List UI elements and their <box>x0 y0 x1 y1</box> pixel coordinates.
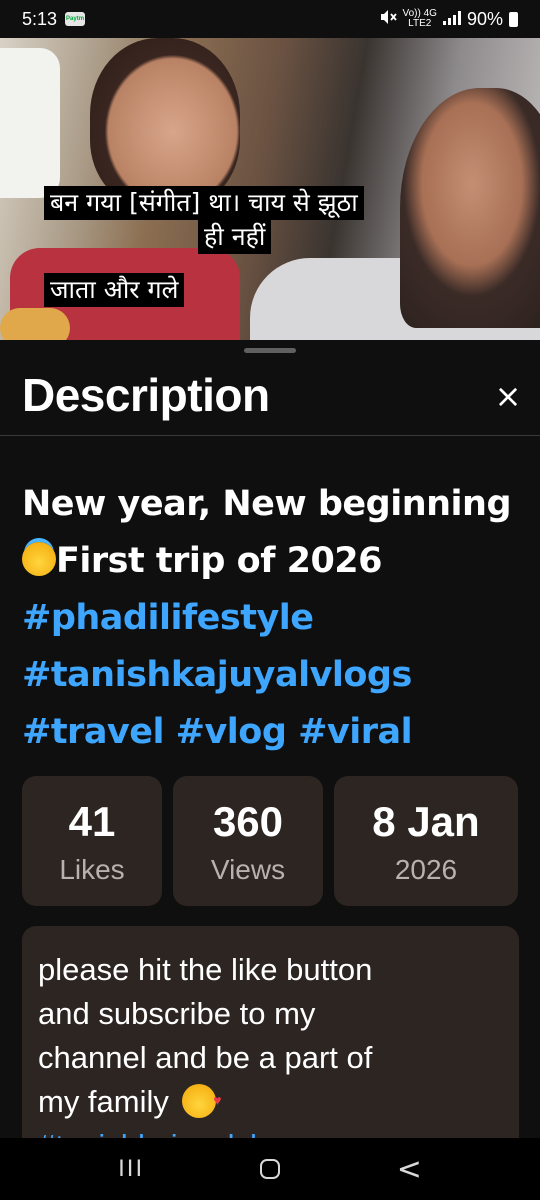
video-caption-line-2: ही नहीं <box>198 220 272 254</box>
signal-icon <box>442 9 461 30</box>
status-time: 5:13 <box>22 8 58 29</box>
divider <box>0 435 540 436</box>
back-icon[interactable]: < <box>397 1152 422 1187</box>
video-title-part-1: New year, New beginning <box>22 484 512 524</box>
description-box[interactable]: please hit the like button and subscribe… <box>22 926 519 1138</box>
description-sheet: Description × New year, New beginning Fir… <box>0 340 540 1138</box>
stat-views: 360 Views <box>173 776 323 906</box>
battery-percent: 90% <box>466 8 503 29</box>
halo-smile-emoji-icon <box>22 542 56 576</box>
description-hashtags[interactable]: #tanishkajuyalvlogs <box>38 1124 503 1138</box>
video-window <box>0 48 60 198</box>
sheet-title: Description <box>22 369 270 421</box>
status-bar: 5:13 Paytm Vo)) 4G LTE2 90% <box>0 0 540 38</box>
mute-icon <box>379 9 397 30</box>
home-icon[interactable] <box>260 1159 281 1179</box>
video-person-1 <box>90 38 240 208</box>
video-caption-line-3: जाता और गले <box>44 273 185 307</box>
video-person-2 <box>400 88 540 328</box>
video-title-part-2: First trip of 2026 <box>56 541 383 581</box>
stat-date-value: 8 Jan <box>372 798 480 845</box>
drag-handle[interactable] <box>244 348 296 353</box>
status-icons: Vo)) 4G LTE2 90% <box>379 8 518 30</box>
video-food <box>0 308 70 340</box>
stat-date: 8 Jan 2026 <box>334 776 518 906</box>
stat-date-year: 2026 <box>394 854 458 885</box>
close-icon[interactable]: × <box>488 376 528 416</box>
stats-row: 41 Likes 360 Views 8 Jan 2026 <box>22 776 519 906</box>
network-label: Vo)) 4G LTE2 <box>403 9 437 29</box>
stat-likes-value: 41 <box>68 798 116 845</box>
stat-likes: 41 Likes <box>22 776 162 906</box>
recents-icon[interactable]: III <box>118 1155 144 1183</box>
battery-icon <box>509 11 518 27</box>
network-label-bottom: LTE2 <box>408 18 432 29</box>
video-caption-line-1: बन गया [संगीत] था। चाय से झूठा <box>44 186 364 220</box>
smiling-hearts-emoji-icon <box>181 1078 222 1122</box>
stat-views-label: Views <box>210 854 286 885</box>
paytm-icon: Paytm <box>65 12 86 26</box>
stat-likes-label: Likes <box>59 854 125 885</box>
description-text: please hit the like button and subscribe… <box>38 948 398 1124</box>
navigation-bar: III < <box>0 1138 540 1200</box>
stat-views-value: 360 <box>212 798 284 845</box>
video-title-hashtags[interactable]: #phadilifestyle #tanishkajuyalvlogs #tra… <box>22 598 413 752</box>
video-title: New year, New beginning First trip of 202… <box>22 476 522 761</box>
